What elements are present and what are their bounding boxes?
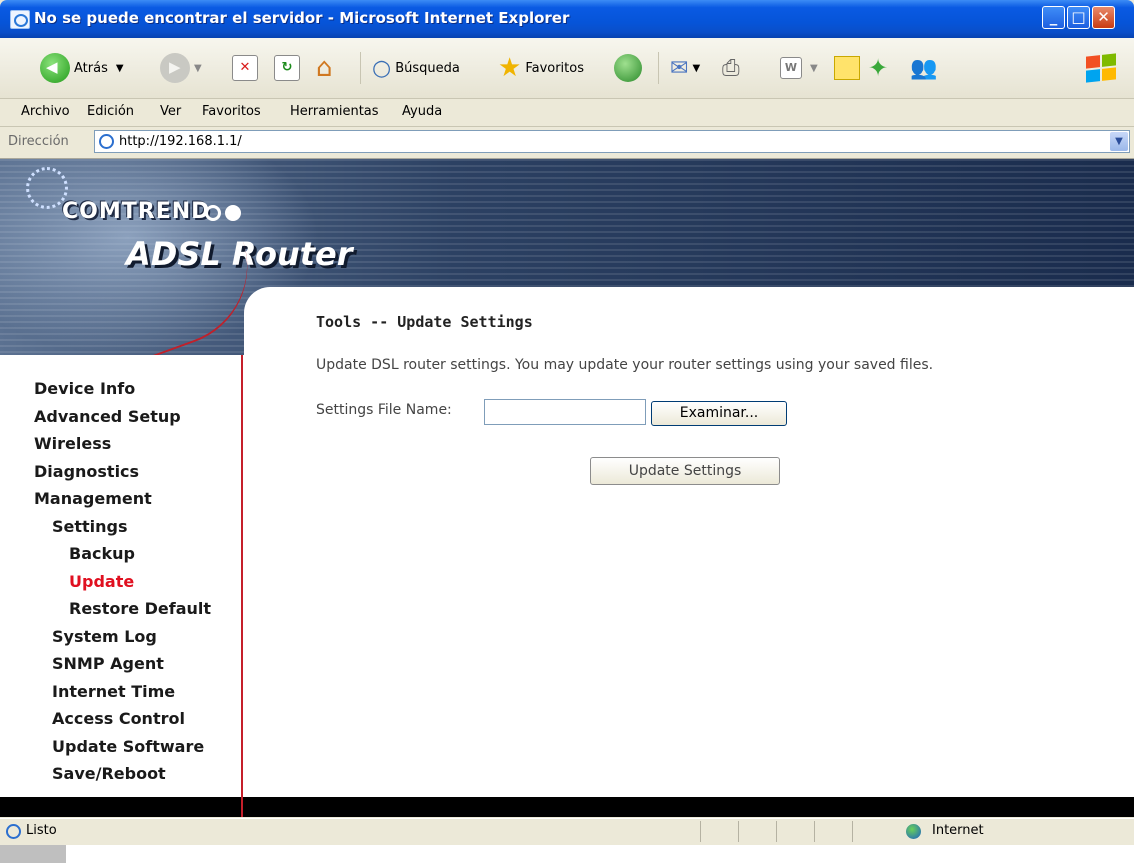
toolbar-separator — [658, 52, 659, 84]
people-icon: 👥 — [910, 55, 938, 81]
note-icon — [834, 56, 860, 80]
status-bar: Listo Internet — [0, 818, 1134, 845]
security-zone: Internet — [932, 823, 984, 838]
home-button[interactable]: ⌂ — [316, 50, 333, 86]
address-url: http://192.168.1.1/ — [119, 134, 242, 149]
address-input[interactable]: http://192.168.1.1/ ▼ — [94, 130, 1130, 153]
browse-button[interactable]: Examinar... — [651, 401, 787, 426]
standard-toolbar: Atrás ▼ ▼ ✕ ↻ ⌂ ○ Búsqueda ★ Favoritos — [0, 38, 1134, 99]
windows-flag-icon — [1086, 53, 1116, 83]
desktop-strip — [0, 845, 1134, 863]
page-viewport: COMTREND ADSL Router Device Info Advance… — [0, 159, 1134, 817]
nav-save-reboot[interactable]: Save/Reboot — [52, 764, 166, 783]
forward-button[interactable]: ▼ — [160, 50, 202, 86]
menu-edicion[interactable]: Edición — [87, 104, 134, 119]
edit-button[interactable]: W ▼ — [780, 50, 818, 86]
update-settings-button[interactable]: Update Settings — [590, 457, 780, 485]
page-title: Tools -- Update Settings — [316, 313, 533, 331]
stop-button[interactable]: ✕ — [232, 50, 258, 86]
notes-button[interactable] — [834, 50, 860, 86]
dropdown-arrow-icon[interactable]: ▼ — [692, 63, 700, 74]
nav-diagnostics[interactable]: Diagnostics — [34, 462, 139, 481]
nav-settings[interactable]: Settings — [52, 517, 128, 536]
ie-page-icon — [6, 824, 21, 839]
dropdown-arrow-icon[interactable]: ▼ — [194, 63, 202, 74]
ie-page-icon — [10, 10, 30, 29]
brand-logo: COMTREND — [62, 199, 211, 224]
messenger-button[interactable]: ✦ — [868, 50, 888, 86]
home-icon: ⌂ — [316, 53, 333, 83]
back-button[interactable]: Atrás ▼ — [40, 50, 124, 86]
nav-device-info[interactable]: Device Info — [34, 379, 135, 398]
mail-icon: ✉ — [670, 55, 689, 81]
nav-update-software[interactable]: Update Software — [52, 737, 204, 756]
print-icon: ⎙ — [722, 55, 740, 81]
settings-file-input[interactable] — [484, 399, 646, 425]
nav-access-control[interactable]: Access Control — [52, 709, 185, 728]
ie-page-icon — [99, 134, 114, 149]
menu-archivo[interactable]: Archivo — [21, 104, 70, 119]
star-icon: ★ — [498, 53, 522, 83]
browser-window: No se puede encontrar el servidor - Micr… — [0, 0, 1134, 863]
menu-herramientas[interactable]: Herramientas — [290, 104, 379, 119]
close-button[interactable]: ✕ — [1092, 6, 1115, 29]
puzzle-icon: ✦ — [868, 54, 889, 82]
page-description: Update DSL router settings. You may upda… — [316, 357, 934, 373]
menu-ayuda[interactable]: Ayuda — [402, 104, 442, 119]
menu-favoritos[interactable]: Favoritos — [202, 104, 261, 119]
nav-system-log[interactable]: System Log — [52, 627, 157, 646]
print-button[interactable]: ⎙ — [722, 50, 740, 86]
contacts-button[interactable]: 👥 — [910, 50, 937, 86]
edit-icon: W — [780, 57, 802, 79]
dropdown-arrow-icon[interactable]: ▼ — [810, 63, 818, 74]
address-bar: Dirección http://192.168.1.1/ ▼ — [0, 127, 1134, 159]
refresh-icon: ↻ — [274, 55, 300, 81]
nav-wireless[interactable]: Wireless — [34, 434, 111, 453]
logo-rings-icon — [205, 205, 255, 225]
minimize-button[interactable]: _ — [1042, 6, 1065, 29]
mail-button[interactable]: ✉ ▼ — [670, 50, 700, 86]
address-dropdown-icon[interactable]: ▼ — [1110, 132, 1128, 151]
menu-bar: Archivo Edición Ver Favoritos Herramient… — [0, 99, 1134, 127]
nav-update[interactable]: Update — [69, 572, 134, 591]
page-footer-bar — [0, 797, 1134, 817]
nav-management[interactable]: Management — [34, 489, 152, 508]
status-panes — [700, 821, 890, 842]
globe-icon — [906, 824, 921, 839]
back-label: Atrás — [74, 60, 108, 76]
search-button[interactable]: ○ Búsqueda — [372, 50, 460, 86]
search-label: Búsqueda — [395, 60, 460, 76]
status-text: Listo — [26, 823, 57, 838]
settings-file-label: Settings File Name: — [316, 402, 452, 418]
window-title: No se puede encontrar el servidor - Micr… — [34, 9, 570, 27]
back-arrow-icon — [40, 53, 70, 83]
stop-icon: ✕ — [232, 55, 258, 81]
forward-arrow-icon — [160, 53, 190, 83]
menu-ver[interactable]: Ver — [160, 104, 181, 119]
refresh-button[interactable]: ↻ — [274, 50, 300, 86]
history-button[interactable] — [614, 50, 646, 86]
search-icon: ○ — [372, 55, 392, 81]
nav-snmp-agent[interactable]: SNMP Agent — [52, 654, 164, 673]
history-icon — [614, 54, 642, 82]
address-label: Dirección — [8, 134, 69, 149]
maximize-button[interactable]: □ — [1067, 6, 1090, 29]
nav-restore-default[interactable]: Restore Default — [69, 599, 211, 618]
windows-logo — [1086, 50, 1116, 86]
nav-advanced-setup[interactable]: Advanced Setup — [34, 407, 181, 426]
dropdown-arrow-icon[interactable]: ▼ — [116, 63, 124, 74]
title-bar: No se puede encontrar el servidor - Micr… — [0, 0, 1134, 38]
sidebar-nav: Device Info Advanced Setup Wireless Diag… — [0, 355, 243, 797]
favorites-label: Favoritos — [525, 60, 584, 76]
toolbar-separator — [360, 52, 361, 84]
favorites-button[interactable]: ★ Favoritos — [498, 50, 584, 86]
nav-backup[interactable]: Backup — [69, 544, 135, 563]
nav-internet-time[interactable]: Internet Time — [52, 682, 175, 701]
